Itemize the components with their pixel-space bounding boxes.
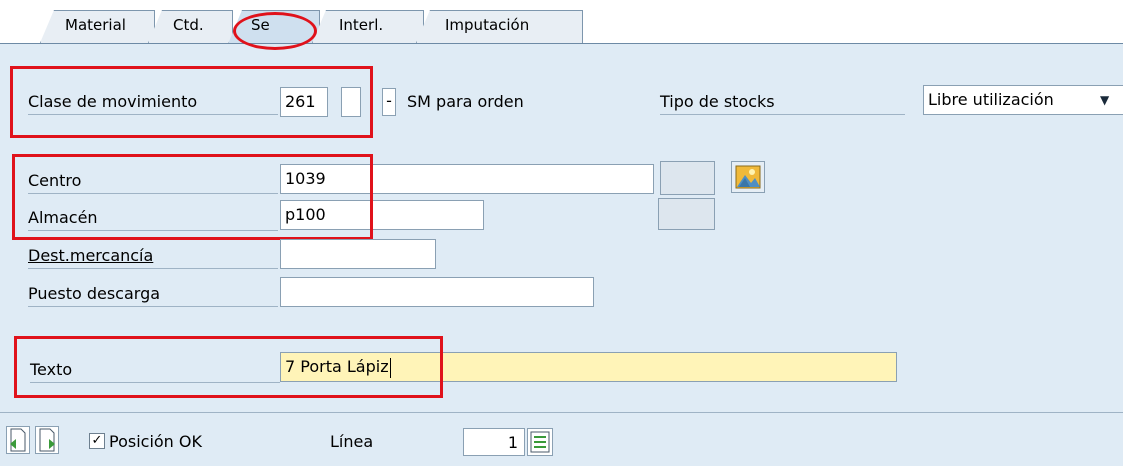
puesto-descarga-input[interactable] (280, 277, 594, 307)
dest-mercancia-label[interactable]: Dest.mercancía (28, 243, 278, 269)
tab-imputacion[interactable]: Imputación (416, 10, 583, 43)
linea-label: Línea (330, 432, 374, 451)
next-item-icon[interactable] (35, 426, 59, 454)
tab-interl-label: Interl. (339, 16, 384, 34)
puesto-descarga-label: Puesto descarga (28, 281, 278, 307)
previous-item-icon[interactable] (6, 426, 30, 454)
tab-baseline (0, 43, 1123, 44)
annotation-box-clase (10, 66, 373, 138)
centro-desc-field (660, 161, 715, 195)
annotation-ellipse (233, 12, 317, 50)
annotation-box-centro (12, 154, 373, 240)
tab-ctd-label: Ctd. (173, 16, 204, 34)
tab-interl[interactable]: Interl. (312, 10, 424, 43)
tab-strip: Material Ctd. Se Interl. Imputación (0, 0, 1123, 44)
tab-imputacion-label: Imputación (445, 16, 530, 34)
posicion-ok-label: Posición OK (109, 432, 202, 451)
footer-separator (0, 412, 1123, 413)
checkbox-checked-icon: ✓ (91, 433, 103, 448)
tipo-stocks-select[interactable]: Libre utilización ▼ (923, 85, 1123, 115)
annotation-box-texto (14, 336, 443, 398)
clase-movimiento-dash: - (382, 88, 396, 116)
clase-movimiento-desc: SM para orden (407, 92, 524, 111)
posicion-ok-checkbox[interactable]: ✓ (89, 433, 105, 449)
item-detail-icon[interactable] (527, 428, 553, 456)
tab-material-label: Material (65, 16, 126, 34)
tab-ctd[interactable]: Ctd. (148, 10, 233, 43)
dropdown-arrow-icon[interactable]: ▼ (1100, 86, 1109, 114)
dest-mercancia-input[interactable] (280, 239, 436, 269)
tipo-stocks-label: Tipo de stocks (660, 89, 905, 115)
tab-material[interactable]: Material (40, 10, 155, 43)
mountain-picture-icon[interactable] (731, 161, 765, 193)
dest-mercancia-link[interactable]: Dest.mercancía (28, 246, 153, 265)
almacen-desc-field (658, 198, 715, 230)
linea-input[interactable]: 1 (463, 428, 525, 456)
linea-value: 1 (507, 433, 518, 452)
tipo-stocks-value: Libre utilización (928, 90, 1054, 109)
